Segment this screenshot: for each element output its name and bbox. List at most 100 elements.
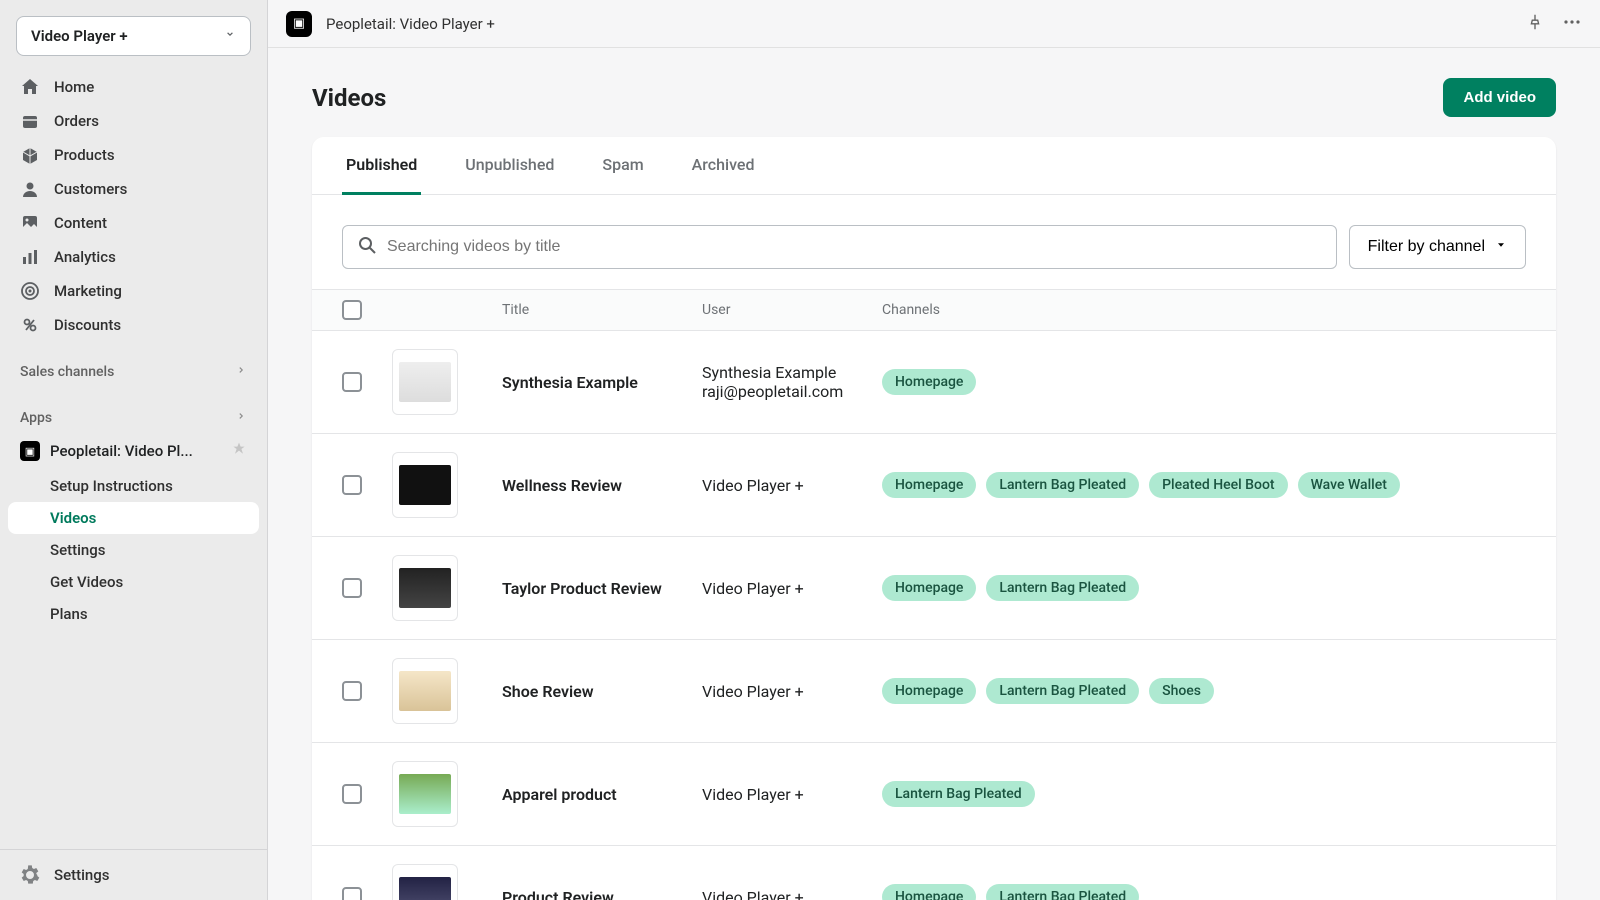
video-title: Taylor Product Review xyxy=(502,579,702,598)
tab-archived[interactable]: Archived xyxy=(688,137,759,195)
channel-pill[interactable]: Homepage xyxy=(882,575,976,601)
row-checkbox[interactable] xyxy=(342,372,362,392)
column-user: User xyxy=(702,302,882,318)
nav-settings-bottom[interactable]: Settings xyxy=(8,858,259,892)
marketing-icon xyxy=(20,281,40,301)
video-user: Video Player + xyxy=(702,888,882,900)
sidebar-bottom: Settings xyxy=(0,849,267,900)
row-checkbox[interactable] xyxy=(342,887,362,900)
products-icon xyxy=(20,145,40,165)
channel-pill[interactable]: Wave Wallet xyxy=(1298,472,1400,498)
chevron-right-icon xyxy=(235,410,247,426)
video-title: Wellness Review xyxy=(502,476,702,495)
nav-analytics[interactable]: Analytics xyxy=(8,240,259,274)
nav-label: Customers xyxy=(54,180,127,198)
store-switcher[interactable]: Video Player + xyxy=(16,16,251,56)
channel-pill[interactable]: Lantern Bag Pleated xyxy=(986,472,1139,498)
pin-icon[interactable] xyxy=(231,441,247,461)
sidebar: Video Player + Home Orders Products Custome… xyxy=(0,0,268,900)
video-thumbnail[interactable] xyxy=(392,864,458,900)
table-row[interactable]: Wellness ReviewVideo Player +HomepageLan… xyxy=(312,434,1556,537)
video-user: Video Player + xyxy=(702,579,882,598)
nav-customers[interactable]: Customers xyxy=(8,172,259,206)
channel-pills: Homepage Lantern Bag Pleated xyxy=(882,884,1526,900)
content-icon xyxy=(20,213,40,233)
video-thumbnail[interactable] xyxy=(392,761,458,827)
app-item-peopletail[interactable]: ▣ Peopletail: Video Pl... xyxy=(8,434,259,468)
tabs: Published Unpublished Spam Archived xyxy=(312,137,1556,195)
select-all-checkbox[interactable] xyxy=(342,300,362,320)
nav-discounts[interactable]: Discounts xyxy=(8,308,259,342)
chevron-right-icon xyxy=(235,364,247,380)
row-checkbox[interactable] xyxy=(342,784,362,804)
nav-label: Analytics xyxy=(54,248,116,266)
video-title: Synthesia Example xyxy=(502,373,702,392)
sales-channels-heading[interactable]: Sales channels xyxy=(0,356,267,388)
tab-published[interactable]: Published xyxy=(342,137,421,195)
channel-pill[interactable]: Shoes xyxy=(1149,678,1214,704)
sales-channels-label: Sales channels xyxy=(20,364,114,380)
video-thumbnail[interactable] xyxy=(392,658,458,724)
channel-pill[interactable]: Homepage xyxy=(882,884,976,900)
nav-products[interactable]: Products xyxy=(8,138,259,172)
video-thumbnail[interactable] xyxy=(392,555,458,621)
video-title: Product Review xyxy=(502,888,702,900)
channel-pills: Lantern Bag Pleated xyxy=(882,781,1526,807)
row-checkbox[interactable] xyxy=(342,578,362,598)
subnav-get-videos[interactable]: Get Videos xyxy=(8,566,259,598)
filter-row: Filter by channel xyxy=(312,195,1556,289)
nav-home[interactable]: Home xyxy=(8,70,259,104)
channel-pill[interactable]: Lantern Bag Pleated xyxy=(986,884,1139,900)
table-row[interactable]: Shoe ReviewVideo Player +HomepageLantern… xyxy=(312,640,1556,743)
row-checkbox[interactable] xyxy=(342,475,362,495)
main-content: Videos Add video PublishedUnpublishedSpa… xyxy=(268,48,1600,900)
nav-marketing[interactable]: Marketing xyxy=(8,274,259,308)
nav-label: Products xyxy=(54,146,115,164)
nav-label: Discounts xyxy=(54,316,121,334)
filter-channel-button[interactable]: Filter by channel xyxy=(1349,225,1526,269)
video-thumbnail[interactable] xyxy=(392,452,458,518)
channel-pills: Homepage Lantern Bag Pleated Shoes xyxy=(882,678,1526,704)
column-channels: Channels xyxy=(882,302,1526,318)
nav-label: Marketing xyxy=(54,282,122,300)
channel-pills: Homepage Lantern Bag Pleated Pleated Heel … xyxy=(882,472,1526,498)
tab-unpublished[interactable]: Unpublished xyxy=(461,137,558,195)
table-row[interactable]: Apparel productVideo Player +Lantern Bag… xyxy=(312,743,1556,846)
search-input[interactable] xyxy=(387,238,1322,256)
channel-pill[interactable]: Lantern Bag Pleated xyxy=(986,575,1139,601)
app-name: Peopletail: Video Pl... xyxy=(50,442,221,460)
nav-orders[interactable]: Orders xyxy=(8,104,259,138)
nav-content[interactable]: Content xyxy=(8,206,259,240)
topbar: ▣ Peopletail: Video Player + xyxy=(268,0,1600,48)
table-row[interactable]: Taylor Product ReviewVideo Player +Homep… xyxy=(312,537,1556,640)
filter-channel-label: Filter by channel xyxy=(1368,238,1485,256)
orders-icon xyxy=(20,111,40,131)
subnav-videos[interactable]: Videos xyxy=(8,502,259,534)
row-checkbox[interactable] xyxy=(342,681,362,701)
nav-settings-bottom-label: Settings xyxy=(54,866,110,884)
primary-nav: Home Orders Products Customers Content Analyt… xyxy=(0,70,267,342)
subnav-plans[interactable]: Plans xyxy=(8,598,259,630)
apps-heading[interactable]: Apps xyxy=(0,402,267,434)
channel-pill[interactable]: Lantern Bag Pleated xyxy=(986,678,1139,704)
nav-label: Content xyxy=(54,214,107,232)
video-user: Synthesia Exampleraji@peopletail.com xyxy=(702,363,882,401)
subnav-settings[interactable]: Settings xyxy=(8,534,259,566)
channel-pill[interactable]: Homepage xyxy=(882,369,976,395)
add-video-button[interactable]: Add video xyxy=(1443,78,1556,117)
app-subnav: Setup InstructionsVideosSettingsGet Vide… xyxy=(8,470,259,630)
channel-pill[interactable]: Lantern Bag Pleated xyxy=(882,781,1035,807)
table-row[interactable]: Synthesia ExampleSynthesia Exampleraji@p… xyxy=(312,331,1556,434)
search-box[interactable] xyxy=(342,225,1337,269)
channel-pill[interactable]: Homepage xyxy=(882,678,976,704)
more-icon[interactable] xyxy=(1562,12,1582,36)
video-title: Apparel product xyxy=(502,785,702,804)
subnav-setup-instructions[interactable]: Setup Instructions xyxy=(8,470,259,502)
table-row[interactable]: Product ReviewVideo Player +Homepage Lant… xyxy=(312,846,1556,900)
nav-label: Orders xyxy=(54,112,99,130)
video-thumbnail[interactable] xyxy=(392,349,458,415)
channel-pill[interactable]: Pleated Heel Boot xyxy=(1149,472,1287,498)
tab-spam[interactable]: Spam xyxy=(598,137,647,195)
pin-icon[interactable] xyxy=(1526,13,1544,35)
channel-pill[interactable]: Homepage xyxy=(882,472,976,498)
